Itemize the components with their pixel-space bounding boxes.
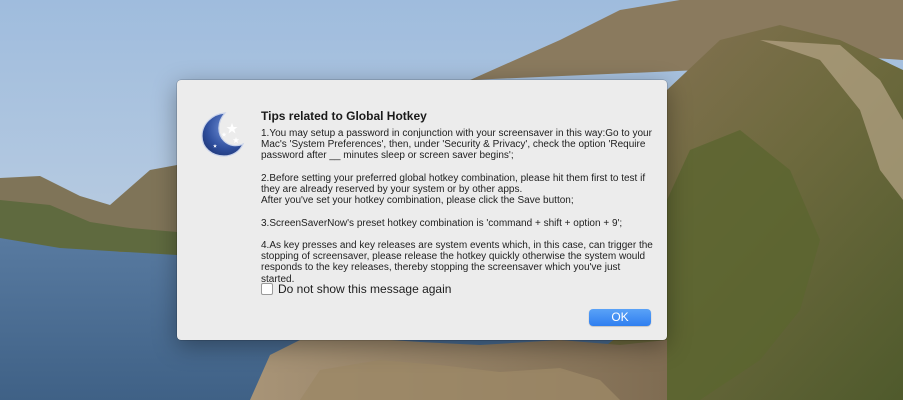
tip-2: 2.Before setting your preferred global h… — [261, 172, 646, 207]
tip-4: 4.As key presses and key releases are sy… — [261, 239, 653, 285]
checkbox-label[interactable]: Do not show this message again — [278, 282, 451, 296]
tip-3: 3.ScreenSaverNow's preset hotkey combina… — [261, 217, 623, 229]
tips-text: 1.You may setup a password in conjunctio… — [261, 128, 653, 296]
do-not-show-again-checkbox[interactable] — [261, 283, 273, 295]
crescent-moon-stars-icon — [201, 112, 245, 157]
desktop: Tips related to Global Hotkey 1.You may … — [0, 0, 903, 400]
ok-button[interactable]: OK — [589, 309, 651, 326]
do-not-show-again-option[interactable]: Do not show this message again — [261, 282, 451, 296]
tip-1: 1.You may setup a password in conjunctio… — [261, 128, 652, 162]
tips-dialog: Tips related to Global Hotkey 1.You may … — [177, 80, 667, 340]
dialog-title: Tips related to Global Hotkey — [261, 109, 427, 123]
